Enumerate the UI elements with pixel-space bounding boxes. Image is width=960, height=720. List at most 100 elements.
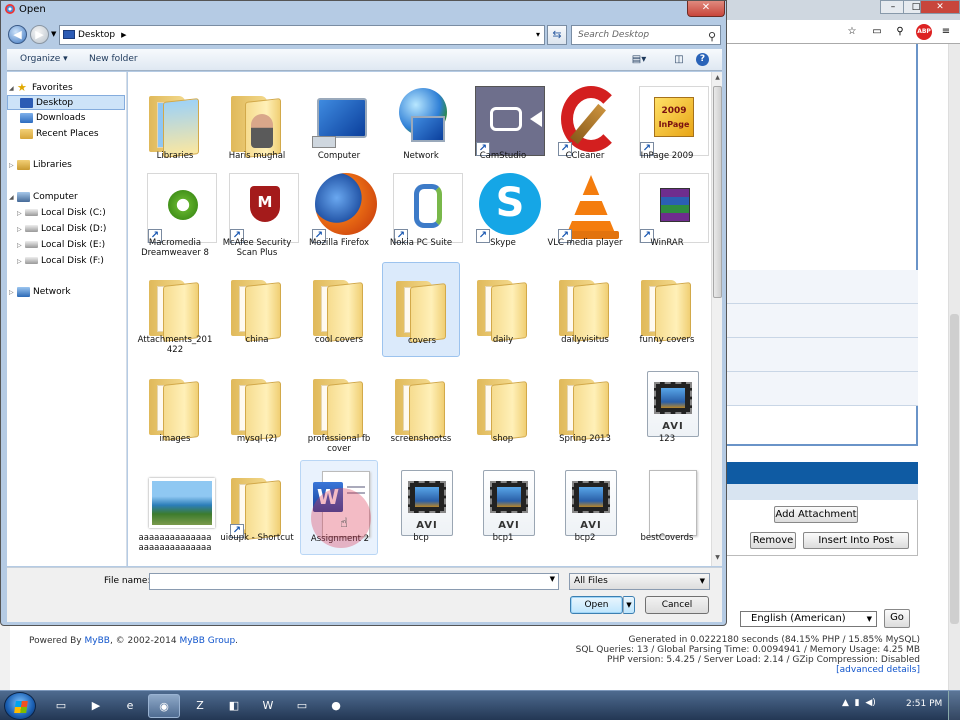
scroll-down-icon[interactable]: ▼ (713, 554, 722, 564)
collapsed-icon[interactable]: ▷ (17, 206, 25, 221)
file-item[interactable]: professional fb cover (300, 361, 378, 456)
file-item[interactable]: S ↗ Skype (464, 165, 542, 260)
forward-button[interactable]: ▶ (30, 25, 49, 44)
mybb-link[interactable]: MyBB (85, 636, 110, 646)
taskbar-chrome[interactable]: ◉ (148, 694, 180, 718)
remove-button[interactable]: Remove (750, 532, 796, 549)
taskbar-explorer[interactable]: ▭ (45, 694, 77, 718)
nav-local-disk-e[interactable]: ▷ Local Disk (E:) (17, 238, 105, 253)
collapsed-icon[interactable]: ▷ (17, 222, 25, 237)
page-scrollbar[interactable] (948, 44, 960, 690)
organize-button[interactable]: Organize ▾ (20, 54, 68, 64)
go-button[interactable]: Go (884, 609, 910, 628)
file-item[interactable]: ↗ uioupk - Shortcut (218, 460, 296, 555)
file-item[interactable]: ↗ Macromedia Dreamweaver 8 (136, 165, 217, 260)
taskbar-word[interactable]: W (252, 694, 284, 718)
network-status-icon[interactable]: ▮ (855, 698, 860, 708)
browser-close-button[interactable]: ✕ (920, 0, 960, 14)
file-item[interactable]: cool covers (300, 262, 378, 357)
file-item[interactable]: screenshootss (382, 361, 460, 456)
file-item[interactable]: funny covers (628, 262, 706, 357)
taskbar-filezilla[interactable]: Z (184, 694, 216, 718)
file-item[interactable]: bestCoverds (628, 460, 706, 555)
file-item[interactable]: Network (382, 78, 460, 173)
taskbar-app[interactable]: ◧ (218, 694, 250, 718)
file-item[interactable]: shop (464, 361, 542, 456)
volume-icon[interactable]: ◀) (865, 698, 875, 708)
file-item[interactable]: ↗ VLC media player (546, 165, 624, 260)
file-item[interactable]: images (136, 361, 214, 456)
file-item[interactable]: ↗ CamStudio (464, 78, 545, 173)
nav-desktop[interactable]: Desktop (7, 95, 125, 110)
language-select[interactable]: English (American) ▼ (740, 611, 877, 627)
file-item[interactable]: AVI bcp1 (464, 460, 542, 555)
file-item[interactable]: aaaaaaaaaaaaaa aaaaaaaaaaaaaa (136, 460, 215, 555)
breadcrumb-arrow-icon[interactable]: ▶ (121, 31, 126, 39)
file-list-scrollbar[interactable]: ▲ ▼ (711, 72, 722, 566)
adblock-icon[interactable]: ABP (916, 24, 932, 40)
show-desktop-button[interactable] (948, 691, 960, 720)
nav-computer[interactable]: ◢ Computer (9, 190, 78, 205)
scroll-thumb[interactable] (713, 86, 722, 298)
taskbar-ie[interactable]: e (114, 694, 146, 718)
dialog-close-button[interactable]: ✕ (687, 1, 725, 17)
chevron-down-icon[interactable]: ▼ (550, 575, 555, 583)
nav-libraries[interactable]: ▷ Libraries (9, 158, 72, 173)
clock[interactable]: 2:51 PM (906, 699, 942, 709)
file-item[interactable]: ↗ CCleaner (546, 78, 624, 173)
nav-favorites[interactable]: ◢ ★ Favorites (9, 80, 73, 95)
view-options-icon[interactable]: ▤▾ (631, 53, 647, 67)
start-button[interactable] (4, 692, 36, 720)
insert-into-post-button[interactable]: Insert Into Post (803, 532, 909, 549)
back-button[interactable]: ◀ (8, 25, 27, 44)
nav-recent-places[interactable]: Recent Places (20, 127, 99, 142)
file-item[interactable]: covers (382, 262, 460, 357)
open-button[interactable]: Open (570, 596, 623, 614)
file-item[interactable]: ↗ Mozilla Firefox (300, 165, 378, 260)
nav-local-disk-d[interactable]: ▷ Local Disk (D:) (17, 222, 106, 237)
file-item[interactable]: mysql (2) (218, 361, 296, 456)
scroll-up-icon[interactable]: ▲ (713, 74, 722, 84)
file-item[interactable]: Haris mughal (218, 78, 296, 173)
expanded-icon[interactable]: ◢ (9, 81, 17, 96)
file-item[interactable]: AVI bcp (382, 460, 460, 555)
file-item[interactable]: 2009 InPage ↗ InPage 2009 (628, 78, 709, 173)
taskbar-explorer-2[interactable]: ▭ (286, 694, 318, 718)
mybb-group-link[interactable]: MyBB Group (179, 636, 235, 646)
search-input[interactable]: Search Desktop ⚲ (571, 25, 721, 45)
file-item[interactable]: ↗ Nokia PC Suite (382, 165, 463, 260)
file-item[interactable]: Attachments_201 422 (136, 262, 214, 357)
new-folder-button[interactable]: New folder (89, 54, 138, 64)
nav-local-disk-f[interactable]: ▷ Local Disk (F:) (17, 254, 104, 269)
refresh-button[interactable]: ⇆ (547, 25, 567, 45)
file-item[interactable]: dailyvisitus (546, 262, 624, 357)
file-item[interactable]: daily (464, 262, 542, 357)
file-item[interactable]: Libraries (136, 78, 214, 173)
file-item[interactable]: M ↗ McAfee Security Scan Plus (218, 165, 299, 260)
system-tray[interactable]: ▲ ▮ ◀) (842, 698, 876, 708)
file-item[interactable]: ↗ WinRAR (628, 165, 709, 260)
collapsed-icon[interactable]: ▷ (17, 238, 25, 253)
nav-network[interactable]: ▷ Network (9, 285, 71, 300)
file-item[interactable]: AVI 123 (628, 361, 706, 456)
file-item[interactable]: Spring 2013 (546, 361, 624, 456)
expanded-icon[interactable]: ◢ (9, 190, 17, 205)
extension-icon[interactable]: ▭ (870, 25, 884, 39)
file-item[interactable]: AVI bcp2 (546, 460, 624, 555)
star-icon[interactable]: ☆ (845, 25, 859, 39)
preview-pane-icon[interactable]: ◫ (671, 53, 687, 67)
page-scroll-thumb[interactable] (950, 314, 959, 624)
address-dropdown-icon[interactable]: ▾ (536, 26, 540, 44)
collapsed-icon[interactable]: ▷ (17, 254, 25, 269)
file-item[interactable]: china (218, 262, 296, 357)
help-icon[interactable]: ? (696, 53, 709, 66)
add-attachment-button[interactable]: Add Attachment (774, 506, 858, 523)
nav-local-disk-c[interactable]: ▷ Local Disk (C:) (17, 206, 106, 221)
address-bar[interactable]: Desktop ▶ ▾ (59, 25, 545, 45)
advanced-details-link[interactable]: [advanced details] (836, 665, 920, 675)
open-options-dropdown[interactable]: ▼ (623, 596, 635, 614)
taskbar-media-player[interactable]: ▶ (80, 694, 112, 718)
address-path[interactable]: Desktop (78, 30, 115, 40)
history-dropdown[interactable]: ▼ (51, 31, 58, 38)
collapsed-icon[interactable]: ▷ (9, 158, 17, 173)
